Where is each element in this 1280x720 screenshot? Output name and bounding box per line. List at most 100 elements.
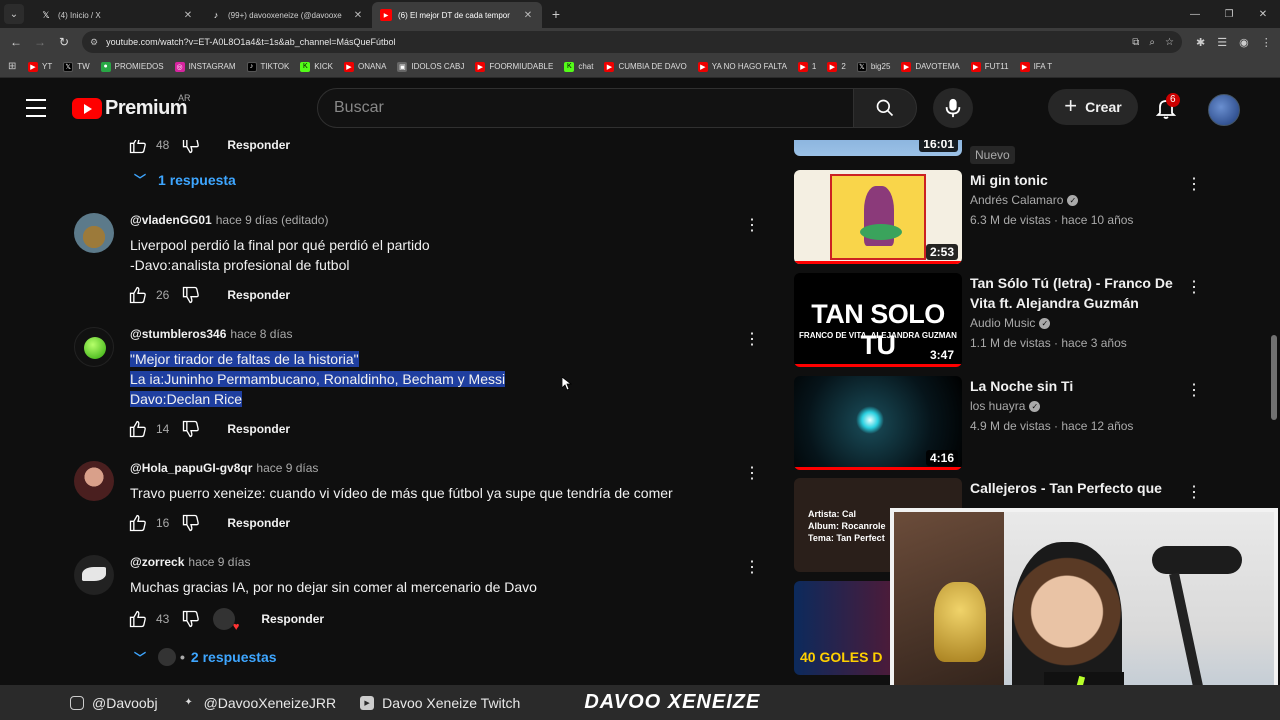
video-title[interactable]: Mi gin tonic: [970, 170, 1180, 190]
more-options-icon[interactable]: ⋮: [1186, 277, 1202, 297]
like-icon[interactable]: [128, 419, 148, 439]
browser-tab-active[interactable]: ▶ (6) El mejor DT de cada tempor ✕: [372, 2, 542, 28]
create-button[interactable]: + Crear: [1048, 89, 1138, 125]
voice-search-button[interactable]: [933, 88, 973, 128]
browser-tab[interactable]: 𝕏 (4) Inicio / X ✕: [32, 2, 202, 28]
reading-list-icon[interactable]: ☰: [1217, 36, 1227, 49]
bookmark-item[interactable]: ◎ INSTAGRAM: [174, 61, 236, 72]
video-thumbnail[interactable]: 16:01: [794, 140, 962, 156]
bookmark-item[interactable]: 𝕏 TW: [63, 61, 90, 72]
video-card[interactable]: 16:01 Nuevo: [794, 140, 1214, 164]
dislike-icon[interactable]: [181, 609, 201, 629]
show-replies-button[interactable]: ﹀ 1 respuesta: [134, 171, 236, 188]
bookmark-item[interactable]: ▶ CUMBIA DE DAVO: [604, 61, 687, 72]
bookmark-item[interactable]: 𝕏big25: [856, 61, 890, 72]
more-options-icon[interactable]: ⋮: [1186, 482, 1202, 502]
comment-time[interactable]: hace 8 días: [230, 327, 292, 341]
user-avatar[interactable]: [74, 461, 114, 501]
reply-button[interactable]: Responder: [227, 422, 290, 436]
bookmark-item[interactable]: ▶ ONANA: [343, 61, 386, 72]
bookmark-item[interactable]: ▶ FUT11: [970, 61, 1009, 72]
forward-icon[interactable]: →: [28, 35, 52, 49]
reply-button[interactable]: Responder: [227, 288, 290, 302]
bookmark-item[interactable]: ▶ YA NO HAGO FALTA: [697, 61, 787, 72]
search-button[interactable]: [853, 88, 917, 128]
apps-grid-icon[interactable]: ⊞: [8, 61, 28, 72]
comment-time[interactable]: hace 9 días: [256, 461, 318, 475]
site-info-icon[interactable]: ⚙: [90, 37, 98, 48]
browser-tab[interactable]: ♪ (99+) davooxeneize (@davooxe ✕: [202, 2, 372, 28]
like-icon[interactable]: [128, 140, 148, 155]
video-title[interactable]: Tan Sólo Tú (letra) - Franco De Vita ft.…: [970, 273, 1180, 313]
like-icon[interactable]: [128, 513, 148, 533]
more-options-icon[interactable]: ⋮: [744, 332, 760, 355]
bookmark-item[interactable]: K KICK: [300, 61, 333, 72]
user-avatar[interactable]: [74, 327, 114, 367]
bookmark-item[interactable]: ● PROMIEDOS: [100, 61, 164, 72]
comment-author[interactable]: @zorreck: [130, 555, 184, 569]
channel-name[interactable]: Andrés Calamaro ✓: [970, 193, 1079, 207]
profile-icon[interactable]: ◉: [1239, 36, 1249, 49]
restore-icon[interactable]: ❐: [1212, 0, 1246, 28]
extensions-icon[interactable]: ✱: [1196, 36, 1205, 49]
tab-search-button[interactable]: ⌄: [4, 4, 24, 24]
zoom-icon[interactable]: ⌕: [1149, 37, 1155, 48]
close-window-icon[interactable]: ✕: [1246, 0, 1280, 28]
comment-author[interactable]: @Hola_papuGI-gv8qr: [130, 461, 252, 475]
more-options-icon[interactable]: ⋮: [744, 466, 760, 489]
channel-name[interactable]: Audio Music ✓: [970, 316, 1051, 330]
dislike-icon[interactable]: [181, 285, 201, 305]
minimize-icon[interactable]: —: [1178, 0, 1212, 28]
more-options-icon[interactable]: ⋮: [1186, 380, 1202, 400]
comment-author[interactable]: @vladenGG01: [130, 213, 212, 227]
back-icon[interactable]: ←: [4, 35, 28, 49]
more-options-icon[interactable]: ⋮: [744, 218, 760, 241]
user-avatar[interactable]: [74, 555, 114, 595]
bookmark-item[interactable]: ▶ YT: [28, 61, 52, 72]
dislike-icon[interactable]: [181, 419, 201, 439]
dislike-icon[interactable]: [181, 140, 201, 155]
dislike-icon[interactable]: [181, 513, 201, 533]
like-icon[interactable]: [128, 609, 148, 629]
new-tab-button[interactable]: +: [546, 6, 566, 22]
notifications-button[interactable]: 6: [1154, 93, 1180, 120]
reply-button[interactable]: Responder: [227, 140, 290, 152]
reply-button[interactable]: Responder: [261, 612, 324, 626]
video-thumbnail[interactable]: 4:16: [794, 376, 962, 470]
video-thumbnail[interactable]: TAN SOLO TU FRANCO DE VITA, ALEJANDRA GU…: [794, 273, 962, 367]
bookmark-item[interactable]: ▶ 1: [797, 61, 816, 72]
scrollbar-thumb[interactable]: [1271, 335, 1277, 420]
video-title[interactable]: La Noche sin Ti: [970, 376, 1180, 396]
bookmark-item[interactable]: ♪ TIKTOK: [246, 61, 289, 72]
more-options-icon[interactable]: ⋮: [1186, 174, 1202, 194]
comment-author[interactable]: @stumbleros346: [130, 327, 226, 341]
video-title[interactable]: Callejeros - Tan Perfecto que: [970, 478, 1180, 498]
close-icon[interactable]: ✕: [182, 10, 194, 21]
like-icon[interactable]: [128, 285, 148, 305]
account-avatar[interactable]: [1208, 94, 1240, 126]
channel-name[interactable]: los huayra ✓: [970, 399, 1041, 413]
video-thumbnail[interactable]: 2:53: [794, 170, 962, 264]
video-card[interactable]: 4:16 La Noche sin Ti los huayra ✓ 4.9 M d…: [794, 376, 1214, 470]
close-icon[interactable]: ✕: [352, 10, 364, 21]
close-icon[interactable]: ✕: [522, 10, 534, 21]
bookmark-item[interactable]: Kchat: [564, 61, 593, 72]
comment-time[interactable]: hace 9 días: [188, 555, 250, 569]
video-card[interactable]: 2:53 Mi gin tonic Andrés Calamaro ✓ 6.3 M…: [794, 170, 1214, 264]
bookmark-item[interactable]: ▶ FOORMIUDABLE: [475, 61, 553, 72]
search-input[interactable]: [334, 99, 853, 117]
hamburger-menu-icon[interactable]: [26, 99, 46, 117]
reload-icon[interactable]: ↻: [52, 35, 76, 49]
show-replies-button[interactable]: ﹀ • 2 respuestas: [134, 648, 277, 666]
bookmark-item[interactable]: ▣ IDOLOS CABJ: [397, 61, 464, 72]
user-avatar[interactable]: [74, 213, 114, 253]
comment-time[interactable]: hace 9 días (editado): [216, 213, 329, 227]
bookmark-item[interactable]: ▶ DAVOTEMA: [901, 61, 960, 72]
video-card[interactable]: TAN SOLO TU FRANCO DE VITA, ALEJANDRA GU…: [794, 273, 1214, 367]
youtube-premium-logo[interactable]: Premium AR: [72, 93, 191, 120]
reply-button[interactable]: Responder: [227, 516, 290, 530]
address-bar[interactable]: ⚙ youtube.com/watch?v=ET-A0L8O1a4&t=1s&a…: [82, 31, 1182, 53]
install-app-icon[interactable]: ⧉: [1132, 37, 1139, 48]
bookmark-item[interactable]: ▶ IFA T: [1019, 61, 1052, 72]
bookmark-item[interactable]: ▶ 2: [827, 61, 846, 72]
